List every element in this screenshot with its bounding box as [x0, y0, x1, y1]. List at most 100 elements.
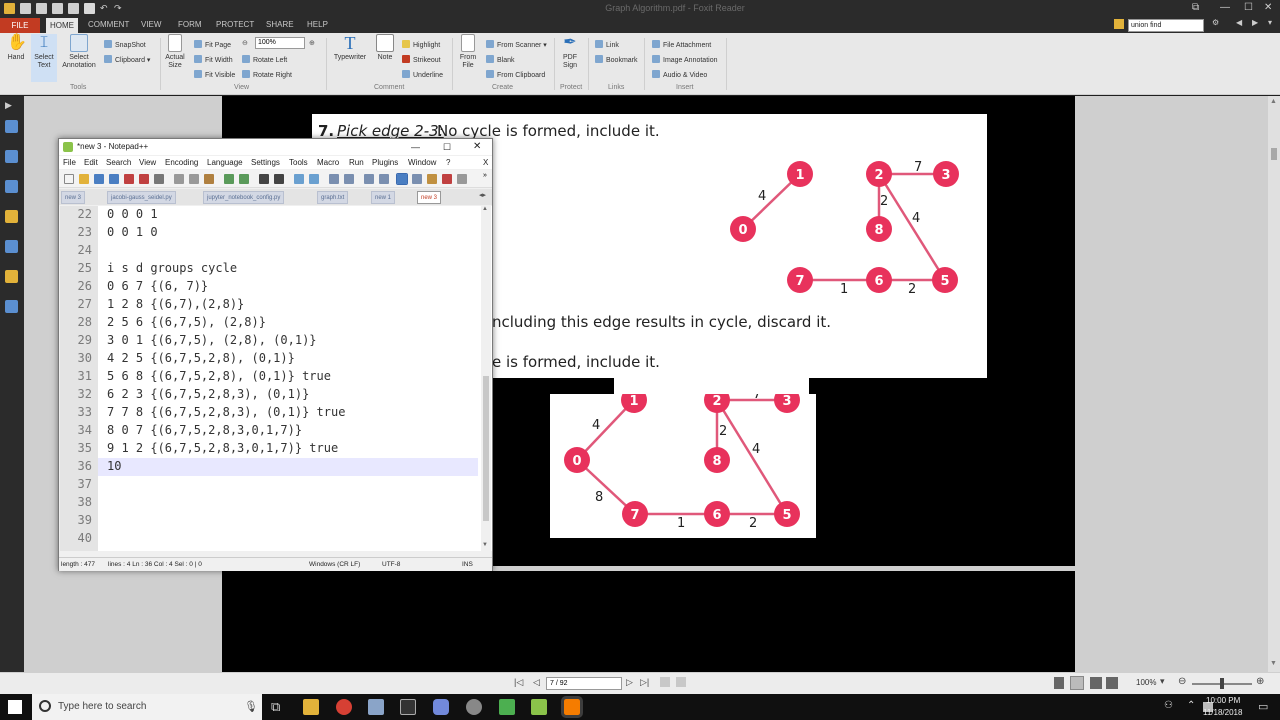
windows-start-icon[interactable]: [8, 700, 22, 714]
microphone-icon[interactable]: 🎙: [244, 694, 258, 720]
code-editor[interactable]: 22 23 24 25 26 27 28 29 30 31 32 33 34 35 36 37 38 39 40 0…: [60, 206, 492, 551]
menu-search[interactable]: Search: [106, 158, 131, 167]
select-text-button[interactable]: 𝙸 Select Text: [31, 34, 57, 82]
next-result-icon[interactable]: ▶: [1252, 18, 1258, 27]
sync-h-icon[interactable]: [344, 174, 354, 184]
signatures-icon[interactable]: [5, 300, 18, 313]
menu-arrow-icon[interactable]: ▾: [1268, 18, 1272, 27]
close-icon[interactable]: ✕: [1264, 2, 1272, 13]
store-icon[interactable]: [499, 699, 515, 715]
link-button[interactable]: Link: [595, 40, 619, 49]
single-page-icon[interactable]: [1054, 677, 1064, 689]
zoom-out-icon[interactable]: ⊖: [1178, 676, 1186, 687]
attachments-icon[interactable]: [5, 240, 18, 253]
copy-icon[interactable]: [189, 174, 199, 184]
tab-form[interactable]: FORM: [178, 20, 202, 29]
next-page-icon[interactable]: ▷: [626, 677, 633, 688]
fit-visible-button[interactable]: Fit Visible: [194, 70, 235, 79]
clipboard-button[interactable]: Clipboard ▾: [104, 55, 150, 64]
security-icon[interactable]: [5, 270, 18, 283]
next-view-icon[interactable]: [676, 677, 686, 687]
zoom-in-icon[interactable]: ⊕: [1256, 676, 1264, 687]
redo-icon[interactable]: [239, 174, 249, 184]
gear-icon[interactable]: ⚙: [1212, 18, 1219, 27]
close-file-icon[interactable]: [124, 174, 134, 184]
typewriter-button[interactable]: T Typewriter: [331, 34, 369, 62]
page-number-input[interactable]: 7 / 92: [546, 677, 622, 690]
notepadpp-icon[interactable]: [531, 699, 547, 715]
blank-button[interactable]: Blank: [486, 55, 515, 64]
search-input[interactable]: union find: [1128, 19, 1204, 32]
word-wrap-icon[interactable]: [364, 174, 374, 184]
zoom-select[interactable]: 100%: [255, 37, 305, 49]
comments-icon[interactable]: [5, 210, 18, 223]
bookmark-button[interactable]: Bookmark: [595, 55, 638, 64]
audio-video-button[interactable]: Audio & Video: [652, 70, 707, 79]
tab-file[interactable]: new 3: [61, 191, 86, 204]
menu-view[interactable]: View: [139, 158, 156, 167]
from-scanner-button[interactable]: From Scanner ▾: [486, 40, 547, 49]
tab-comment[interactable]: COMMENT: [88, 20, 129, 29]
zoom-in-icon[interactable]: ⊕: [309, 39, 315, 47]
tab-share[interactable]: SHARE: [266, 20, 294, 29]
clock-time[interactable]: 10:00 PM: [1206, 696, 1240, 705]
facing-icon[interactable]: [1090, 677, 1102, 689]
tab-scroll-icon[interactable]: ◂▸: [479, 191, 486, 199]
task-view-icon[interactable]: ⧉: [271, 699, 287, 715]
tray-arrow-icon[interactable]: ⌃: [1187, 700, 1195, 711]
tab-active[interactable]: new 3: [417, 191, 442, 204]
expand-panel-icon[interactable]: ▶: [5, 100, 18, 113]
scroll-up-icon[interactable]: ▲: [1270, 98, 1277, 105]
cont-facing-icon[interactable]: [1106, 677, 1118, 689]
save-icon[interactable]: [94, 174, 104, 184]
rotate-right-button[interactable]: Rotate Right: [242, 70, 292, 79]
notification-icon[interactable]: ▭: [1258, 700, 1268, 713]
new-file-icon[interactable]: [64, 174, 74, 184]
record-macro-icon[interactable]: [442, 174, 452, 184]
tab-help[interactable]: HELP: [307, 20, 328, 29]
close-all-icon[interactable]: [139, 174, 149, 184]
from-clipboard-button[interactable]: From Clipboard: [486, 70, 545, 79]
hand-button[interactable]: ✋ Hand: [4, 34, 28, 62]
discord-icon[interactable]: [433, 699, 449, 715]
file-explorer-icon[interactable]: [303, 699, 319, 715]
menu-file[interactable]: File: [63, 158, 76, 167]
zoom-out-icon[interactable]: [309, 174, 319, 184]
save-all-icon[interactable]: [109, 174, 119, 184]
image-annotation-button[interactable]: Image Annotation: [652, 55, 718, 64]
undo-icon[interactable]: ↶: [100, 3, 111, 14]
restore-icon[interactable]: ⧉: [1192, 2, 1199, 13]
foxit-icon[interactable]: [561, 696, 583, 718]
maximize-icon[interactable]: ☐: [443, 139, 451, 155]
redo-icon[interactable]: ↷: [114, 3, 125, 14]
zoom-slider-thumb[interactable]: [1220, 678, 1224, 689]
tab-home[interactable]: HOME: [46, 18, 78, 33]
zoom-out-icon[interactable]: ⊖: [242, 39, 248, 47]
minimize-icon[interactable]: —: [1220, 2, 1230, 13]
tab-file[interactable]: FILE: [0, 18, 40, 33]
save-icon[interactable]: [36, 3, 47, 14]
github-icon[interactable]: [466, 699, 482, 715]
highlight-button[interactable]: Highlight: [402, 40, 440, 49]
menu-edit[interactable]: Edit: [84, 158, 98, 167]
sync-v-icon[interactable]: [329, 174, 339, 184]
tab-file[interactable]: jacobi-gauss_seidel.py: [107, 191, 176, 204]
menu-encoding[interactable]: Encoding: [165, 158, 198, 167]
menu-window[interactable]: Window: [408, 158, 436, 167]
open-file-icon[interactable]: [79, 174, 89, 184]
vertical-scrollbar[interactable]: ▲ ▼: [1268, 96, 1280, 672]
from-file-button[interactable]: From File: [456, 34, 480, 70]
terminal-icon[interactable]: [400, 699, 416, 715]
menu-plugins[interactable]: Plugins: [372, 158, 398, 167]
taskbar-search[interactable]: Type here to search 🎙: [32, 694, 262, 720]
people-icon[interactable]: ⚇: [1164, 700, 1173, 711]
bookmarks-icon[interactable]: [5, 120, 18, 133]
pages-icon[interactable]: [5, 150, 18, 163]
prev-page-icon[interactable]: ◁: [533, 677, 540, 688]
strikeout-button[interactable]: Strikeout: [402, 55, 441, 64]
scroll-thumb[interactable]: [1271, 148, 1277, 160]
app-icon[interactable]: [368, 699, 384, 715]
play-macro-icon[interactable]: [457, 174, 467, 184]
pdf-sign-button[interactable]: ✒ PDF Sign: [558, 34, 582, 70]
minimize-icon[interactable]: —: [411, 139, 420, 155]
